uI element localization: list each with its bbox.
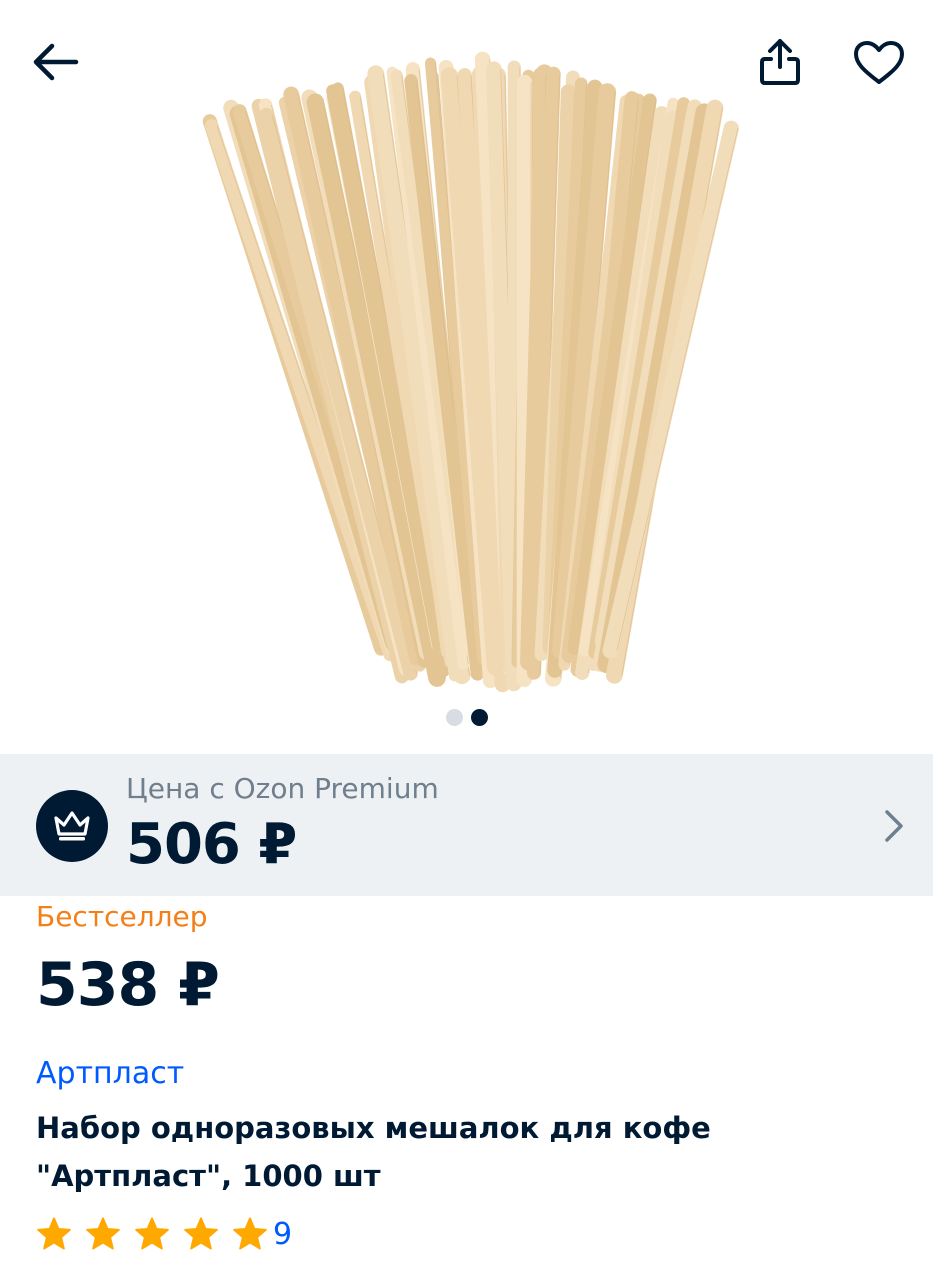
product-title: Набор одноразовых мешалок для кофе "Артп… — [36, 1111, 711, 1193]
top-bar — [0, 0, 933, 120]
premium-price-value: 506 ₽ — [126, 812, 297, 877]
gallery-pagination — [0, 709, 933, 727]
star-icon — [37, 1217, 71, 1250]
pagination-dot[interactable] — [445, 709, 463, 726]
reviews-count: 9 — [273, 1216, 293, 1252]
pagination-dot-active[interactable] — [470, 709, 488, 726]
crown-icon — [54, 811, 90, 841]
premium-price-label: Цена с Ozon Premium — [126, 772, 439, 805]
heart-icon — [854, 41, 904, 84]
arrow-left-icon — [33, 43, 79, 81]
premium-badge — [36, 790, 108, 862]
bestseller-badge: Бестселлер — [36, 900, 208, 933]
brand-link[interactable]: Артпласт — [36, 1056, 184, 1091]
star-icon — [135, 1217, 169, 1250]
favorite-button[interactable] — [848, 36, 910, 90]
star-icon — [86, 1217, 120, 1250]
share-button[interactable] — [750, 34, 810, 90]
product-price: 538 ₽ — [36, 950, 220, 1020]
share-icon — [760, 39, 800, 85]
rating-stars — [36, 1216, 281, 1252]
star-icon — [233, 1217, 267, 1250]
back-button[interactable] — [24, 36, 84, 88]
star-icon — [184, 1217, 218, 1250]
rating[interactable]: 9 — [36, 1212, 292, 1256]
chevron-right-icon[interactable] — [876, 806, 910, 846]
